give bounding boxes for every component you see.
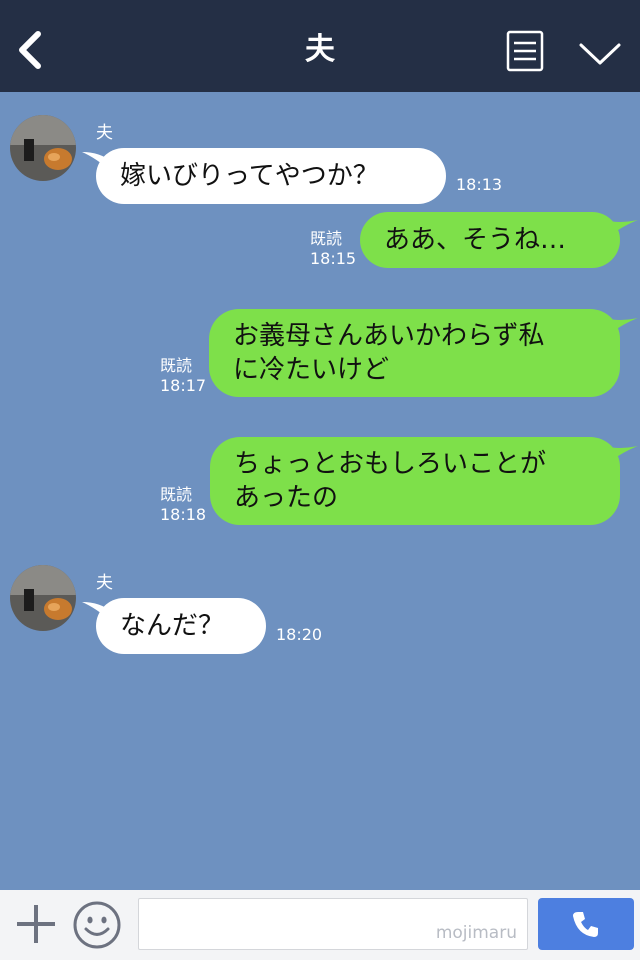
message-time: 18:13 [456, 175, 503, 194]
message-input-bar: mojimaru [0, 890, 640, 960]
call-button[interactable] [538, 898, 634, 950]
chat-header: 夫 [0, 0, 640, 92]
message-line: お義母さんあいかわらず私 [233, 321, 545, 351]
message-bubble: なんだ？ [96, 598, 266, 654]
message-time: 18:15 [310, 249, 357, 268]
message-bubble: ちょっとおもしろいことが あったの [210, 437, 620, 525]
watermark-text: mojimaru [435, 923, 517, 943]
sender-name: 夫 [96, 123, 113, 143]
read-receipt: 既読 [310, 229, 343, 248]
avatar[interactable] [10, 565, 76, 631]
note-icon[interactable] [506, 30, 544, 72]
message-line: あったの [234, 483, 339, 513]
message-line: ちょっとおもしろいことが [234, 449, 547, 479]
chevron-down-icon[interactable] [578, 40, 622, 68]
phone-icon [573, 912, 598, 937]
read-receipt: 既読 [160, 356, 193, 375]
message-bubble: お義母さんあいかわらず私 に冷たいけど [209, 309, 620, 397]
message-bubble: ああ、そうね… [360, 212, 620, 268]
message-time: 18:17 [160, 376, 207, 395]
message-input[interactable]: mojimaru [138, 898, 528, 950]
plus-icon[interactable] [14, 902, 58, 946]
avatar[interactable] [10, 115, 76, 181]
message-time: 18:20 [276, 625, 323, 644]
read-receipt: 既読 [160, 485, 193, 504]
chat-title: 夫 [305, 32, 335, 67]
sender-name: 夫 [96, 573, 113, 593]
message-time: 18:18 [160, 505, 207, 524]
message-line: に冷たいけど [233, 355, 390, 385]
emoji-icon[interactable] [72, 900, 122, 950]
message-bubble: 嫁いびりってやつか？ [96, 148, 446, 204]
